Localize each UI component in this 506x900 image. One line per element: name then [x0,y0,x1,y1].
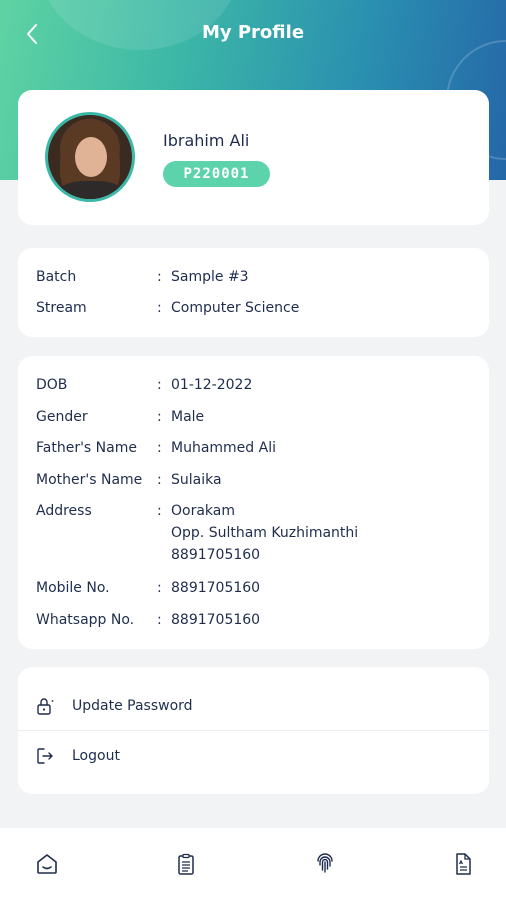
separator: : [157,440,162,456]
dob-value: 01-12-2022 [171,377,253,393]
lock-icon [37,697,54,715]
whatsapp-value: 8891705160 [171,612,261,628]
bottom-navigation [0,828,506,900]
stream-label: Stream [36,300,87,316]
personal-info-card: DOB : 01-12-2022 Gender : Male Father's … [18,356,489,649]
separator: : [157,300,162,316]
address-value: Oorakam Opp. Sultham Kuzhimanthi 8891705… [171,500,358,566]
gender-value: Male [171,409,205,425]
address-row: Address : Oorakam Opp. Sultham Kuzhimant… [36,500,479,570]
separator: : [157,503,162,519]
clipboard-icon[interactable] [174,852,198,876]
home-icon[interactable] [35,852,59,876]
page-title: My Profile [201,22,305,43]
profile-id-badge: P220001 [163,161,270,187]
separator: : [157,269,162,285]
separator: : [157,409,162,425]
address-label: Address [36,503,92,519]
profile-name: Ibrahim Ali [163,131,250,150]
batch-value: Sample #3 [171,269,249,285]
profile-card: Ibrahim Ali P220001 [18,90,489,225]
address-line: Opp. Sultham Kuzhimanthi [171,525,359,541]
father-name-label: Father's Name [36,440,137,456]
address-line: 8891705160 [171,547,261,563]
account-menu-card: Update Password Logout [18,667,489,794]
avatar-body [58,181,124,199]
fingerprint-icon[interactable] [313,852,337,876]
avatar [45,112,135,202]
update-password-label: Update Password [72,697,193,714]
logout-label: Logout [72,747,120,764]
dob-label: DOB [36,377,68,393]
mother-name-label: Mother's Name [36,472,143,488]
separator: : [157,377,162,393]
avatar-face [75,137,107,177]
mobile-value: 8891705160 [171,580,261,596]
separator: : [157,612,162,628]
separator: : [157,580,162,596]
whatsapp-label: Whatsapp No. [36,612,135,628]
mother-name-value: Sulaika [171,472,222,488]
stream-value: Computer Science [171,300,300,316]
mobile-label: Mobile No. [36,580,110,596]
address-line: Oorakam [171,503,235,519]
logout-button[interactable]: Logout [18,724,489,787]
father-name-value: Muhammed Ali [171,440,276,456]
batch-label: Batch [36,269,77,285]
document-icon[interactable] [451,852,475,876]
separator: : [157,472,162,488]
gender-label: Gender [36,409,88,425]
logout-icon [37,747,53,764]
academic-info-card: Batch : Sample #3 Stream : Computer Scie… [18,248,489,337]
